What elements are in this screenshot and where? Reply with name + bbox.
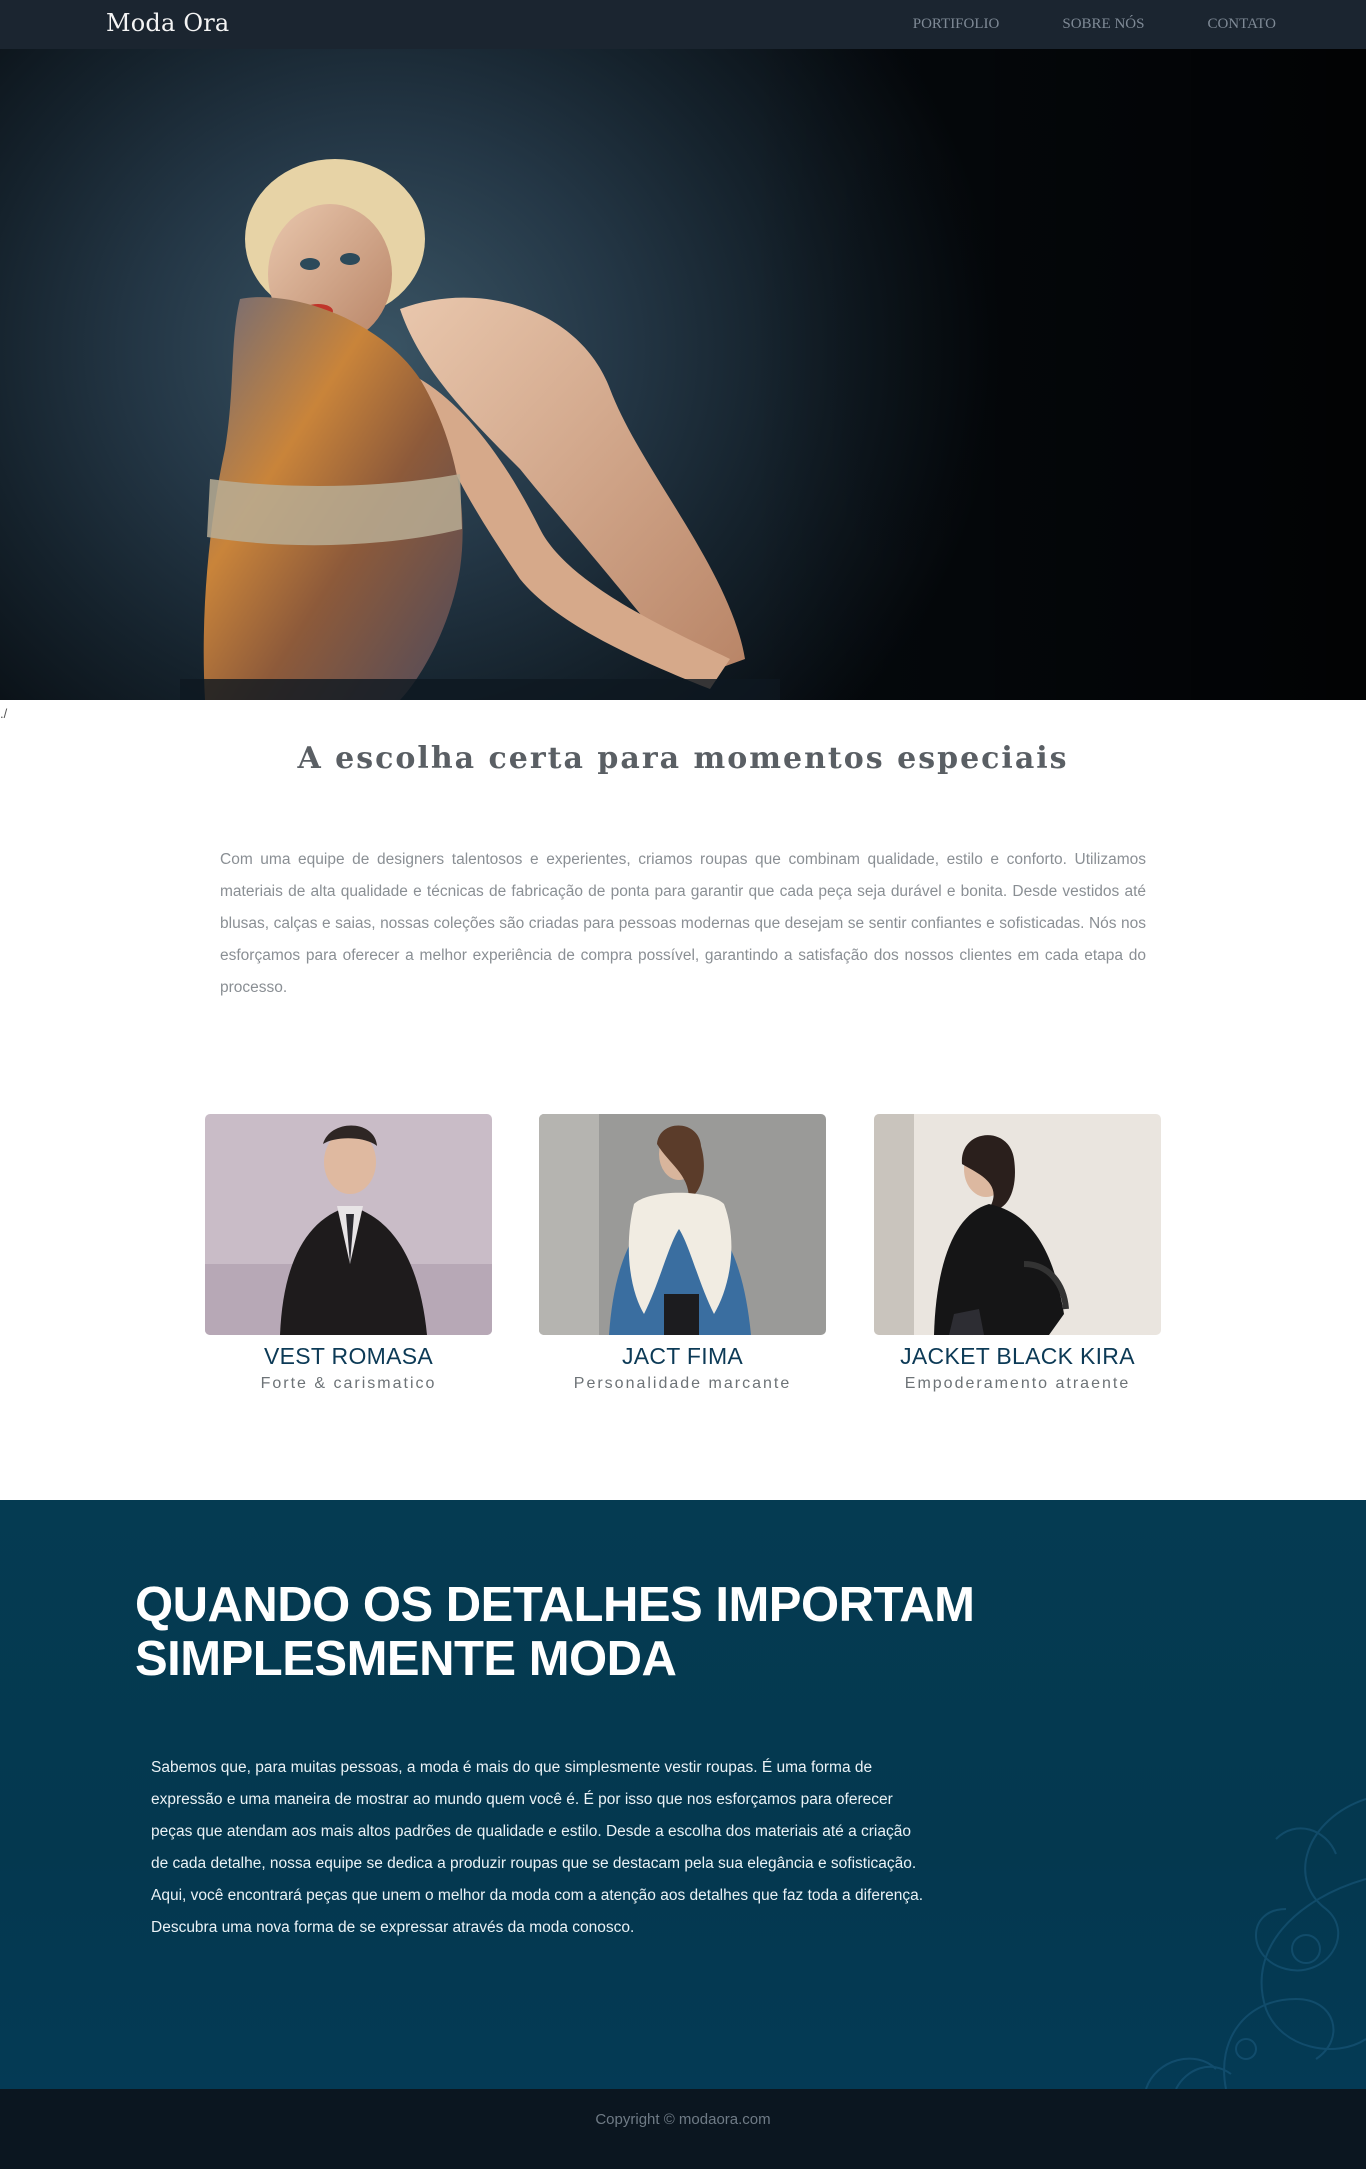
product-card-jact-fima[interactable]: JACT FIMA Personalidade marcante <box>539 1114 826 1393</box>
top-navbar: Moda Ora PORTIFOLIO SOBRE NÓS CONTATO <box>0 0 1366 49</box>
brand-logo[interactable]: Moda Ora <box>106 9 229 37</box>
stray-text: ./ <box>0 706 8 721</box>
woman-fur-jacket-photo-icon <box>539 1114 826 1335</box>
fashion-model-photo-icon <box>0 49 1366 700</box>
site-footer: Copyright © modaora.com <box>0 2089 1366 2169</box>
copyright-text: Copyright © modaora.com <box>595 2111 771 2128</box>
details-title: QUANDO OS DETALHES IMPORTAM SIMPLESMENTE… <box>135 1578 1035 1686</box>
details-title-line: QUANDO OS DETALHES IMPORTAM <box>135 1578 975 1632</box>
product-photo[interactable] <box>874 1114 1161 1335</box>
nav-link-contact[interactable]: CONTATO <box>1207 16 1276 33</box>
man-in-coat-photo-icon <box>205 1114 492 1335</box>
product-tagline: Personalidade marcante <box>573 1375 792 1392</box>
product-tagline: Empoderamento atraente <box>904 1375 1131 1392</box>
product-name[interactable]: VEST ROMASA <box>205 1343 492 1370</box>
product-card-vest-romasa[interactable]: VEST ROMASA Forte & carismatico <box>205 1114 492 1393</box>
products-grid: VEST ROMASA Forte & carismatico JACT FIM… <box>205 1114 1161 1404</box>
details-paragraph: Sabemos que, para muitas pessoas, a moda… <box>151 1759 924 1936</box>
product-card-jacket-black-kira[interactable]: JACKET BLACK KIRA Empoderamento atraente <box>874 1114 1161 1393</box>
intro-title: A escolha certa para momentos especiais <box>297 741 1069 776</box>
nav-link-about[interactable]: SOBRE NÓS <box>1062 16 1144 33</box>
floral-ornament-icon <box>1145 1798 1366 2089</box>
main-nav: PORTIFOLIO SOBRE NÓS CONTATO <box>850 0 1276 49</box>
product-tagline: Forte & carismatico <box>260 1375 437 1392</box>
product-name[interactable]: JACT FIMA <box>539 1343 826 1370</box>
product-name[interactable]: JACKET BLACK KIRA <box>874 1343 1161 1370</box>
product-photo[interactable] <box>539 1114 826 1335</box>
product-photo[interactable] <box>205 1114 492 1335</box>
details-section: QUANDO OS DETALHES IMPORTAM SIMPLESMENTE… <box>0 1500 1366 2089</box>
woman-leather-jacket-photo-icon <box>874 1114 1161 1335</box>
details-title-line: SIMPLESMENTE MODA <box>135 1632 677 1686</box>
nav-link-portfolio[interactable]: PORTIFOLIO <box>913 16 1000 33</box>
hero-banner <box>0 49 1366 700</box>
intro-paragraph: Com uma equipe de designers talentosos e… <box>220 851 1146 996</box>
